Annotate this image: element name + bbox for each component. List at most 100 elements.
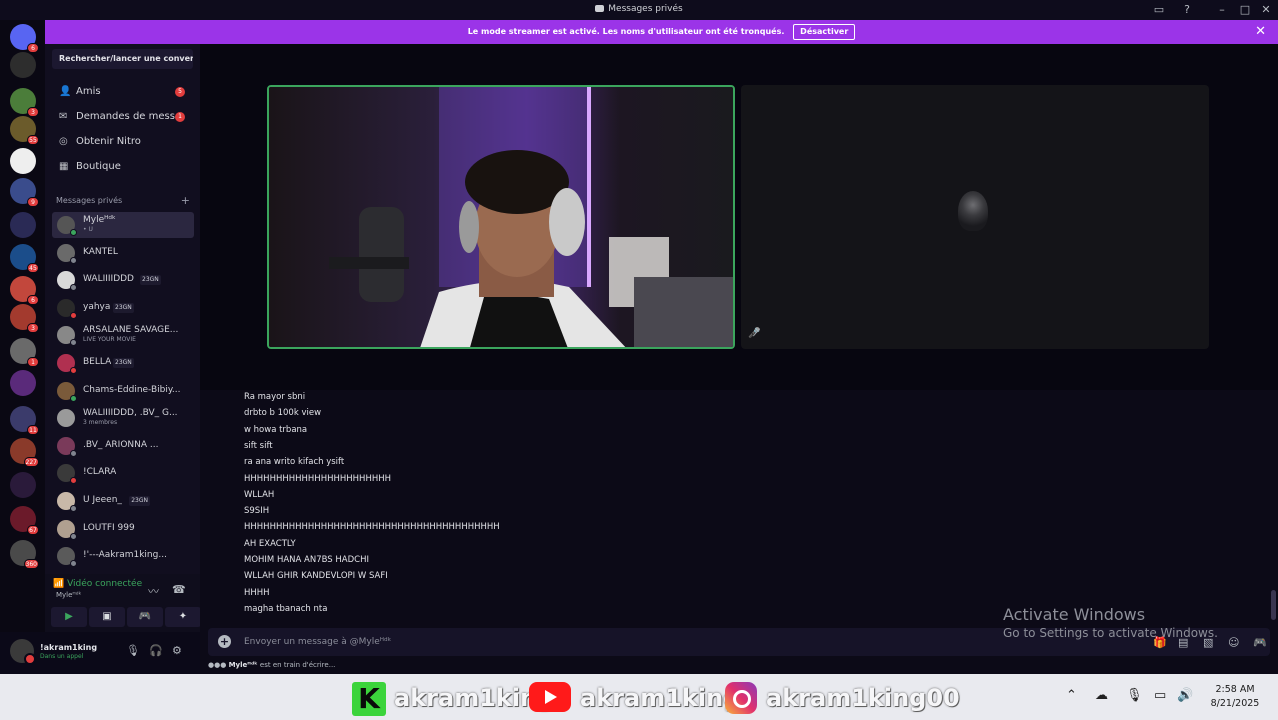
server-icon[interactable] — [10, 212, 36, 238]
message-text: drbto b 100k view — [244, 408, 322, 419]
avatar — [57, 243, 77, 264]
server-icon[interactable]: 9 — [10, 178, 39, 207]
server-icon[interactable] — [10, 52, 36, 78]
server-icon[interactable]: 1 — [10, 338, 39, 367]
dm-item[interactable]: !'---Aakram1king... — [52, 543, 194, 569]
discord-home-icon[interactable]: 6 — [10, 24, 39, 53]
create-dm-icon[interactable]: + — [181, 194, 190, 207]
dm-item[interactable]: LOUTFI 999 — [52, 516, 194, 542]
dm-name: U Jeeen_ — [83, 495, 122, 505]
server-icon[interactable]: 360 — [10, 540, 39, 569]
message-text: S9SIH — [244, 506, 270, 517]
video-tile-self[interactable] — [267, 85, 735, 349]
avatar — [57, 326, 77, 347]
dm-item[interactable]: yahya 23GN — [52, 295, 194, 321]
screen-share-button[interactable]: ▣ — [89, 607, 125, 627]
soundboard-button[interactable]: ✦ — [165, 607, 201, 627]
discord-title-icon — [595, 5, 605, 12]
activity-button[interactable]: 🎮 — [127, 607, 163, 627]
dm-item[interactable]: Myleᴴᵈᵏ • U — [52, 212, 194, 238]
chevron-up-icon[interactable]: ⌃ — [1066, 688, 1077, 703]
search-input[interactable]: Rechercher/lancer une convers... — [52, 49, 193, 69]
dm-item[interactable]: !CLARA — [52, 460, 194, 486]
server-icon[interactable]: 3 — [10, 304, 39, 333]
server-badge: 3 — [27, 323, 39, 333]
server-badge: 1 — [27, 357, 39, 367]
dm-item[interactable]: WALIIIIDDD 23GN — [52, 267, 194, 293]
server-icon[interactable] — [10, 472, 36, 498]
dm-subtitle: LIVE YOUR MOVIE — [83, 336, 136, 344]
dm-name: Chams-Eddine-Bibiy... — [83, 384, 181, 395]
dm-item[interactable]: KANTEL — [52, 240, 194, 266]
server-icon[interactable] — [10, 148, 36, 174]
user-name: !akram1king — [40, 643, 98, 652]
avatar — [57, 409, 75, 428]
server-badge: 67 — [27, 525, 39, 535]
nav-item-label: Amis — [76, 86, 101, 97]
server-icon[interactable] — [10, 370, 36, 396]
nav-item-obtenir[interactable]: ◎ Obtenir Nitro — [52, 131, 194, 153]
headphones-icon[interactable]: 🎧 — [149, 644, 163, 657]
mail-icon: ✉ — [59, 111, 68, 122]
server-icon[interactable]: 67 — [10, 506, 39, 535]
server-icon[interactable]: 227 — [10, 438, 39, 467]
avatar — [57, 464, 77, 485]
clock-time: 2:58 AM — [1215, 684, 1255, 695]
add-attachment-icon[interactable]: + — [218, 635, 231, 648]
minimize-button[interactable]: – — [1215, 3, 1229, 17]
scrollbar[interactable] — [1271, 590, 1276, 620]
nav-item-demandes[interactable]: ✉ Demandes de mess... 1 — [52, 106, 194, 128]
dm-item[interactable]: BELLA 23GN — [52, 350, 194, 376]
onedrive-icon[interactable]: ☁ — [1095, 688, 1108, 703]
noise-suppression-icon[interactable]: 〰 — [148, 583, 159, 599]
avatar — [57, 547, 77, 568]
settings-gear-icon[interactable]: ⚙ — [172, 644, 182, 657]
server-badge: 45 — [27, 263, 39, 273]
streamer-mode-banner: Le mode streamer est activé. Les noms d'… — [45, 20, 1278, 44]
apps-icon[interactable]: 🎮 — [1253, 636, 1267, 649]
inbox-icon[interactable]: ▭ — [1152, 3, 1166, 17]
microphone-tray-icon[interactable]: 🎙 — [1126, 688, 1143, 703]
server-icon[interactable]: 3 — [10, 88, 39, 117]
main-area: 🎤̸ Ra mayor sbni drbto b 100k view w howa … — [200, 44, 1278, 674]
camera-button[interactable]: ▶ — [51, 607, 87, 627]
dm-item[interactable]: .BV_ ARIONNA ... — [52, 433, 194, 459]
clock[interactable]: 2:58 AM 8/21/2025 — [1205, 683, 1265, 711]
emoji-icon[interactable]: ☺ — [1228, 636, 1239, 649]
user-status: Dans un appel — [40, 653, 84, 660]
server-icon[interactable]: 55 — [10, 116, 39, 145]
server-icon[interactable]: 11 — [10, 406, 39, 435]
message-text: sift sift — [244, 440, 273, 451]
close-icon[interactable]: ✕ — [1255, 20, 1266, 44]
dm-item[interactable]: ARSALANE SAVAGE... LIVE YOUR MOVIE — [52, 322, 194, 348]
message-input[interactable]: Envoyer un message à @Myleᴴᵈᵏ — [244, 637, 391, 647]
avatar — [57, 492, 77, 512]
avatar — [57, 381, 77, 402]
disable-streamer-button[interactable]: Désactiver — [793, 24, 856, 40]
watermark-line-2: Go to Settings to activate Windows. — [1003, 626, 1218, 640]
nav-item-boutique[interactable]: ▦ Boutique — [52, 156, 194, 178]
muted-icon: 🎤̸ — [748, 328, 761, 339]
help-icon[interactable]: ? — [1180, 3, 1194, 17]
server-icon[interactable]: 6 — [10, 276, 39, 305]
friends-icon: 👤 — [59, 86, 72, 97]
disconnect-icon[interactable]: ☎ — [172, 583, 186, 596]
nav-item-amis[interactable]: 👤 Amis 5 — [52, 81, 194, 103]
server-icon[interactable]: 45 — [10, 244, 39, 273]
dm-subtitle: • U — [83, 226, 93, 233]
close-window-button[interactable]: ✕ — [1259, 3, 1273, 17]
dm-item[interactable]: WALIIIIDDD, .BV_ G... 3 membres — [52, 405, 194, 431]
network-icon[interactable]: ▭ — [1154, 688, 1166, 703]
video-tile-peer[interactable] — [741, 85, 1209, 349]
message-text: ra ana writo kifach ysift — [244, 457, 345, 468]
server-tag: 23GN — [129, 496, 150, 506]
volume-icon[interactable]: 🔊 — [1177, 688, 1193, 703]
avatar[interactable] — [10, 639, 36, 665]
microphone-icon[interactable]: 🎙 — [126, 644, 140, 657]
nav-item-label: Obtenir Nitro — [76, 136, 141, 147]
maximize-button[interactable]: □ — [1238, 3, 1252, 17]
server-badge: 3 — [27, 107, 39, 117]
message-text: HHHHHHHHHHHHHHHHHHHHHHH — [244, 473, 392, 484]
dm-item[interactable]: Chams-Eddine-Bibiy... — [52, 378, 194, 404]
dm-item[interactable]: U Jeeen_ 23GN — [52, 488, 194, 514]
